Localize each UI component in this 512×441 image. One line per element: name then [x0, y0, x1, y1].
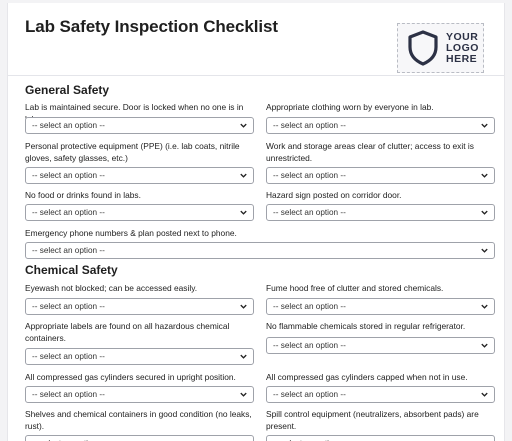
logo-text: YOUR LOGO HERE	[446, 30, 479, 65]
answer-select[interactable]: -- select an option --	[25, 117, 254, 134]
select-value: -- select an option --	[273, 171, 346, 180]
chevron-down-icon	[240, 304, 247, 309]
answer-select[interactable]: -- select an option --	[266, 337, 495, 354]
logo-line: YOUR	[446, 30, 479, 43]
select-value: -- select an option --	[273, 302, 346, 311]
select-value: -- select an option --	[32, 352, 105, 361]
select-value: -- select an option --	[32, 208, 105, 217]
select-value: -- select an option --	[32, 390, 105, 399]
answer-select[interactable]: -- select an option --	[25, 435, 254, 441]
answer-select[interactable]: -- select an option --	[25, 386, 254, 403]
answer-select[interactable]: -- select an option --	[266, 386, 495, 403]
question-label: No flammable chemicals stored in regular…	[266, 321, 466, 331]
chevron-down-icon	[240, 354, 247, 359]
question-label: Spill control equipment (neutralizers, a…	[266, 409, 479, 432]
chevron-down-icon	[481, 392, 488, 397]
chevron-down-icon	[481, 173, 488, 178]
chevron-down-icon	[481, 123, 488, 128]
question-label: Hazard sign posted on corridor door.	[266, 190, 402, 200]
chevron-down-icon	[481, 210, 488, 215]
chevron-down-icon	[240, 210, 247, 215]
logo-placeholder: YOUR LOGO HERE	[397, 23, 484, 73]
form-card: Lab Safety Inspection Checklist YOUR LOG…	[7, 3, 505, 441]
select-value: -- select an option --	[273, 390, 346, 399]
answer-select[interactable]: -- select an option --	[25, 167, 254, 184]
logo-line: LOGO	[446, 41, 479, 54]
logo-line: HERE	[446, 52, 478, 65]
chevron-down-icon	[240, 123, 247, 128]
select-value: -- select an option --	[32, 171, 105, 180]
answer-select[interactable]: -- select an option --	[25, 204, 254, 221]
question-label: All compressed gas cylinders capped when…	[266, 372, 468, 382]
question-label: Work and storage areas clear of clutter;…	[266, 141, 474, 164]
answer-select[interactable]: -- select an option --	[266, 117, 495, 134]
select-value: -- select an option --	[273, 208, 346, 217]
chevron-down-icon	[481, 343, 488, 348]
question-label: Appropriate clothing worn by everyone in…	[266, 102, 434, 112]
question-label: No food or drinks found in labs.	[25, 190, 141, 200]
question-label: Appropriate labels are found on all haza…	[25, 321, 230, 344]
question-label: Shelves and chemical containers in good …	[25, 409, 252, 432]
select-value: -- select an option --	[273, 341, 346, 350]
select-value: -- select an option --	[273, 121, 346, 130]
shield-icon	[408, 30, 438, 66]
form-title: Lab Safety Inspection Checklist	[25, 17, 278, 36]
answer-select[interactable]: -- select an option --	[266, 204, 495, 221]
question-label: Emergency phone numbers & plan posted ne…	[25, 228, 237, 238]
answer-select[interactable]: -- select an option --	[25, 298, 254, 315]
answer-select[interactable]: -- select an option --	[266, 298, 495, 315]
section-heading-general-safety: General Safety	[25, 83, 110, 97]
section-heading-chemical-safety: Chemical Safety	[25, 263, 118, 277]
header-divider	[8, 75, 504, 76]
question-label: Eyewash not blocked; can be accessed eas…	[25, 283, 198, 293]
answer-select[interactable]: -- select an option --	[25, 242, 495, 259]
answer-select[interactable]: -- select an option --	[266, 167, 495, 184]
answer-select[interactable]: -- select an option --	[266, 435, 495, 441]
chevron-down-icon	[481, 304, 488, 309]
question-label: Personal protective equipment (PPE) (i.e…	[25, 141, 240, 164]
chevron-down-icon	[481, 248, 488, 253]
select-value: -- select an option --	[32, 302, 105, 311]
chevron-down-icon	[240, 173, 247, 178]
answer-select[interactable]: -- select an option --	[25, 348, 254, 365]
select-value: -- select an option --	[32, 246, 105, 255]
question-label: All compressed gas cylinders secured in …	[25, 372, 236, 382]
select-value: -- select an option --	[32, 121, 105, 130]
question-label: Fume hood free of clutter and stored che…	[266, 283, 444, 293]
chevron-down-icon	[240, 392, 247, 397]
